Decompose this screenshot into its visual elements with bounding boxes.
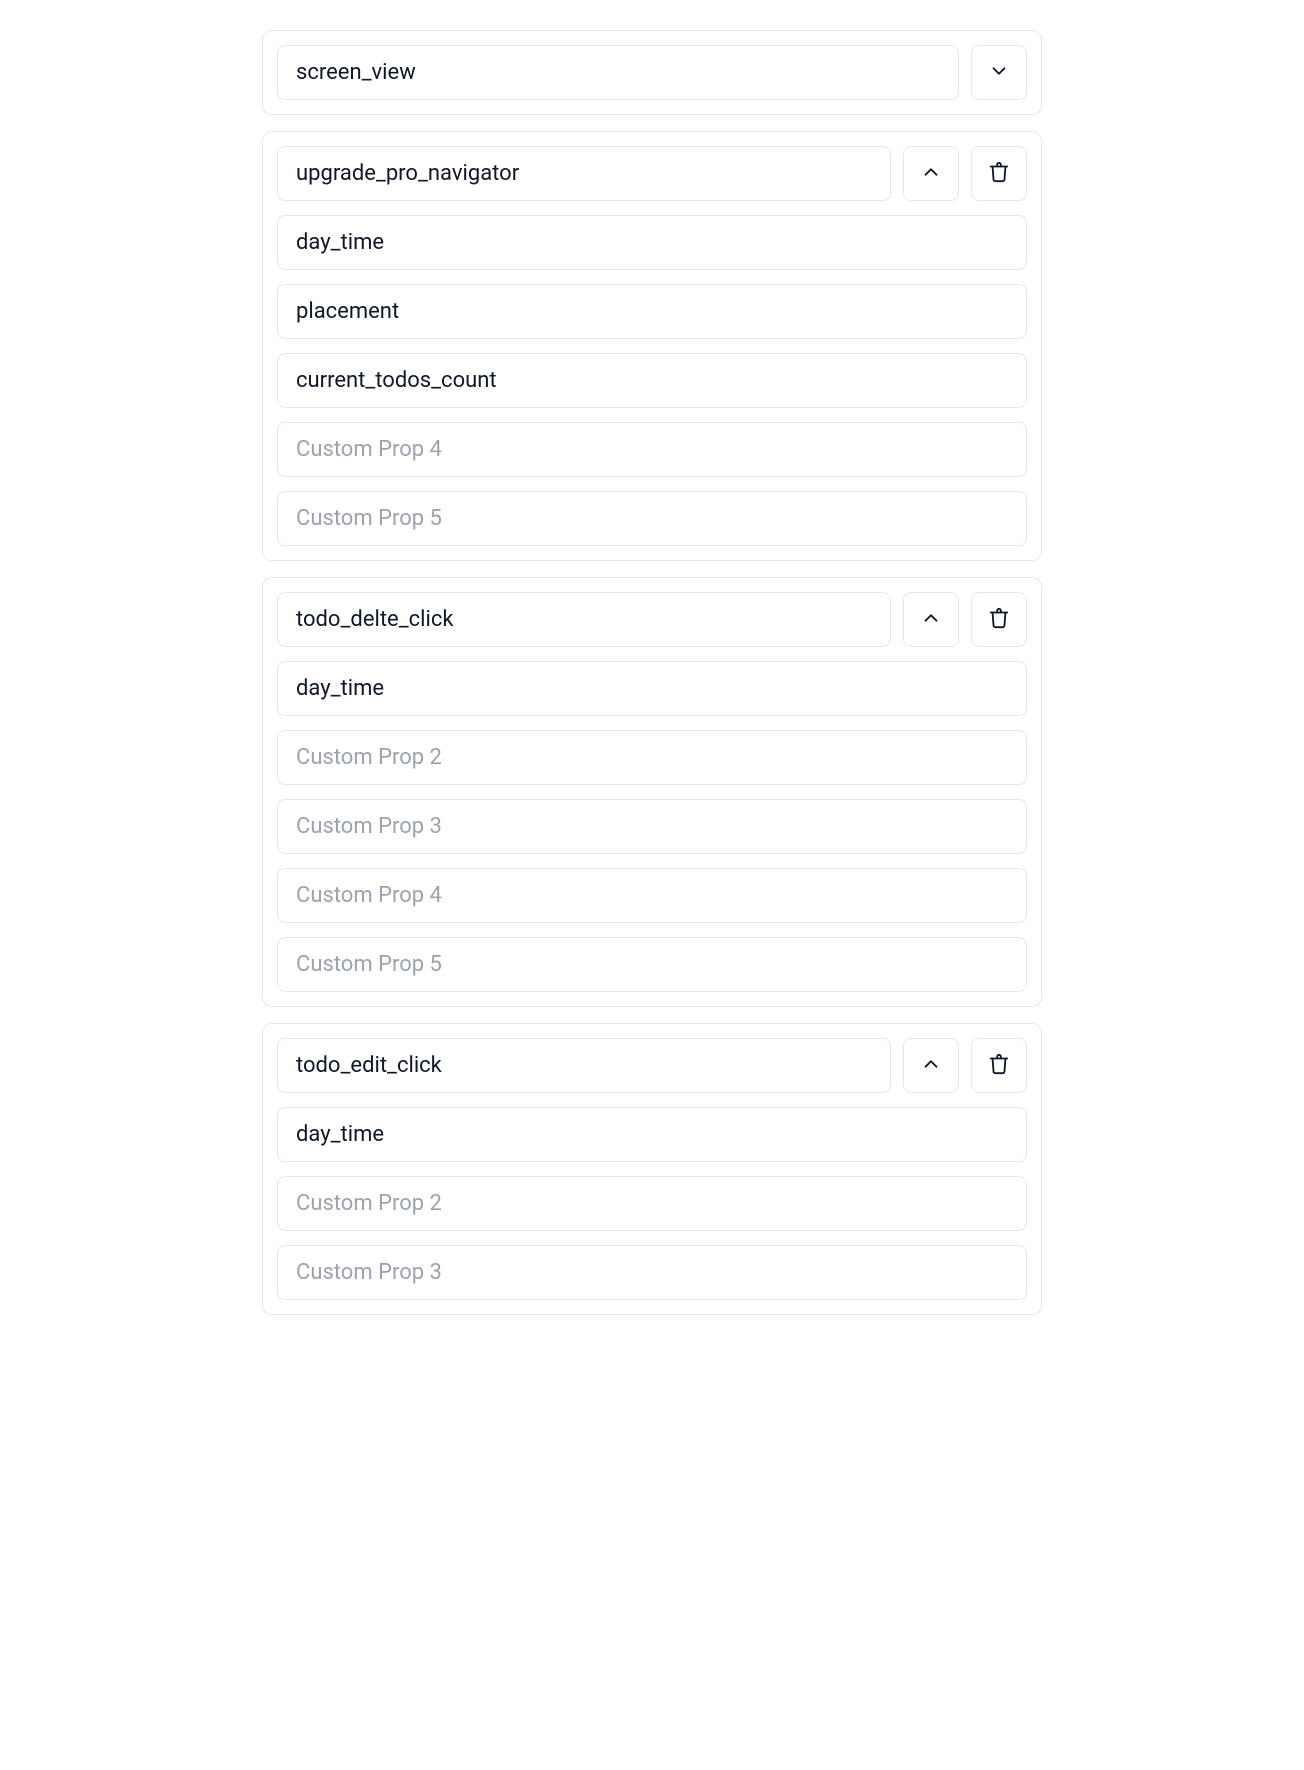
prop-list <box>277 661 1027 992</box>
prop-list <box>277 215 1027 546</box>
delete-event-button[interactable] <box>971 1038 1027 1093</box>
event-card <box>262 1023 1042 1315</box>
trash-icon <box>988 161 1010 186</box>
prop-input[interactable] <box>277 730 1027 785</box>
prop-list <box>277 1107 1027 1300</box>
trash-icon <box>988 607 1010 632</box>
expand-button[interactable] <box>971 45 1027 100</box>
event-name-input[interactable] <box>277 45 959 100</box>
prop-input[interactable] <box>277 422 1027 477</box>
prop-input[interactable] <box>277 868 1027 923</box>
trash-icon <box>988 1053 1010 1078</box>
prop-input[interactable] <box>277 215 1027 270</box>
events-container <box>262 30 1042 1315</box>
event-header <box>277 146 1027 201</box>
prop-input[interactable] <box>277 799 1027 854</box>
prop-input[interactable] <box>277 353 1027 408</box>
collapse-button[interactable] <box>903 146 959 201</box>
prop-input[interactable] <box>277 661 1027 716</box>
prop-input[interactable] <box>277 1107 1027 1162</box>
event-header <box>277 1038 1027 1093</box>
prop-input[interactable] <box>277 491 1027 546</box>
event-header <box>277 592 1027 647</box>
event-card <box>262 30 1042 115</box>
collapse-button[interactable] <box>903 1038 959 1093</box>
prop-input[interactable] <box>277 1176 1027 1231</box>
event-card <box>262 577 1042 1007</box>
chevron-down-icon <box>988 60 1010 85</box>
collapse-button[interactable] <box>903 592 959 647</box>
chevron-up-icon <box>920 1053 942 1078</box>
prop-input[interactable] <box>277 937 1027 992</box>
event-name-input[interactable] <box>277 592 891 647</box>
delete-event-button[interactable] <box>971 146 1027 201</box>
event-card <box>262 131 1042 561</box>
event-header <box>277 45 1027 100</box>
delete-event-button[interactable] <box>971 592 1027 647</box>
prop-input[interactable] <box>277 1245 1027 1300</box>
event-name-input[interactable] <box>277 1038 891 1093</box>
event-name-input[interactable] <box>277 146 891 201</box>
chevron-up-icon <box>920 607 942 632</box>
chevron-up-icon <box>920 161 942 186</box>
prop-input[interactable] <box>277 284 1027 339</box>
